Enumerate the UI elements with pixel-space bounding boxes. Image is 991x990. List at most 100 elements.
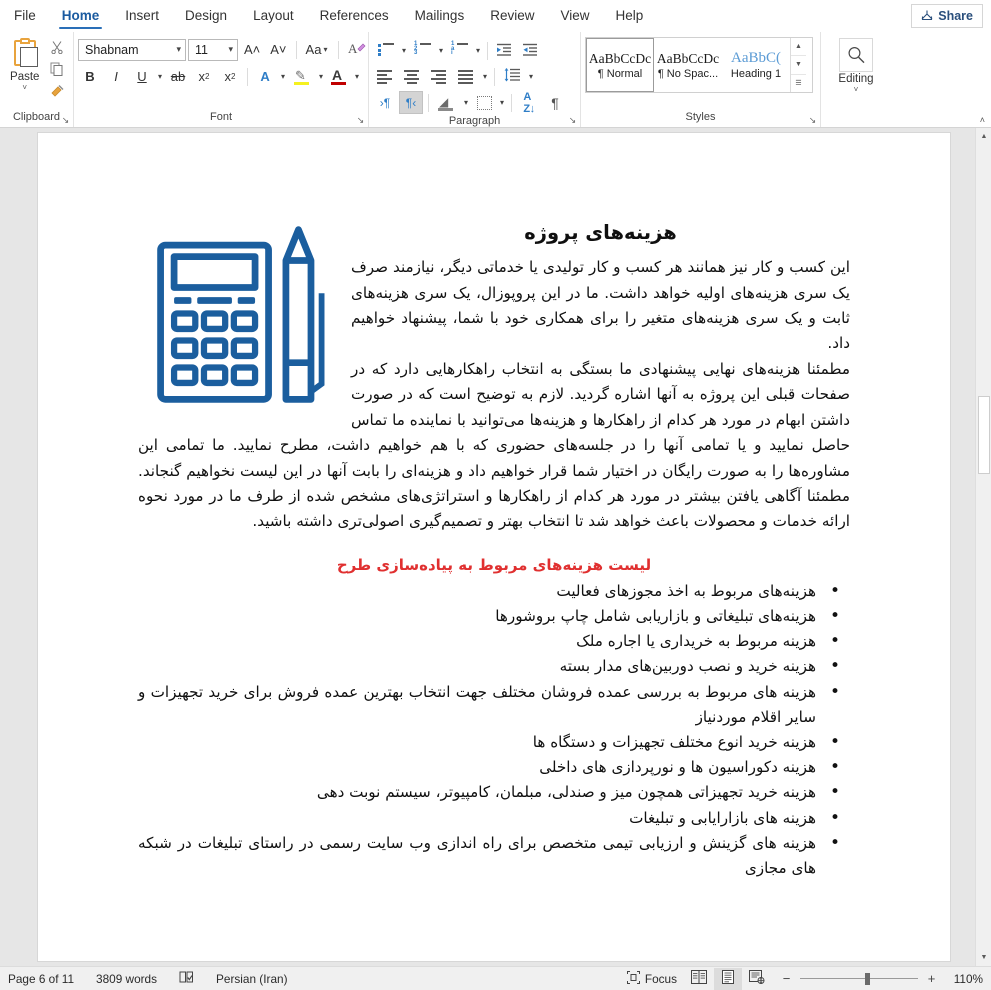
align-right-button[interactable]	[427, 65, 452, 88]
bold-button[interactable]: B	[78, 65, 102, 88]
font-size-input[interactable]: 11 ▾	[188, 38, 238, 61]
web-layout-button[interactable]	[742, 968, 772, 990]
borders-icon	[476, 95, 492, 110]
proofing-errors-status[interactable]	[179, 971, 194, 987]
font-size-caret[interactable]: ▾	[228, 44, 233, 55]
editing-caret[interactable]: ˅	[854, 86, 859, 94]
highlight-caret[interactable]: ▾	[317, 72, 325, 81]
clear-formatting-button[interactable]: A	[344, 38, 370, 61]
zoom-in-button[interactable]: +	[925, 971, 938, 986]
page-number-status[interactable]: Page 6 of 11	[8, 972, 74, 986]
vertical-scrollbar[interactable]: ▲ ▼	[975, 128, 991, 966]
format-painter-icon[interactable]	[47, 81, 67, 100]
collapse-ribbon-button[interactable]: ˄	[980, 115, 985, 125]
tab-review[interactable]: Review	[477, 0, 547, 32]
rtl-text-direction-button[interactable]: ¶‹	[399, 91, 423, 114]
show-formatting-marks-button[interactable]: ¶	[543, 91, 567, 114]
highlight-button[interactable]: ✎	[289, 65, 315, 88]
focus-mode-icon	[626, 970, 640, 987]
tab-view[interactable]: View	[547, 0, 602, 32]
shrink-font-button[interactable]: A˅	[266, 38, 290, 61]
read-mode-button[interactable]	[684, 968, 714, 990]
styles-dialog-launcher[interactable]: ↘	[807, 115, 818, 126]
bullet-list-caret[interactable]: ▾	[400, 46, 408, 55]
share-label: Share	[938, 9, 973, 23]
shading-button[interactable]: ◢	[434, 91, 460, 114]
zoom-level-label[interactable]: 110%	[945, 972, 983, 986]
word-count-status[interactable]: 3809 words	[96, 972, 157, 986]
bullet-list-button[interactable]	[373, 39, 398, 62]
numbered-list-button[interactable]: 123	[410, 39, 435, 62]
print-layout-button[interactable]	[714, 967, 742, 990]
zoom-out-button[interactable]: −	[780, 971, 793, 986]
tab-help[interactable]: Help	[603, 0, 657, 32]
font-color-button[interactable]: A	[327, 65, 351, 88]
paragraph-dialog-launcher[interactable]: ↘	[567, 115, 578, 126]
multilevel-list-caret[interactable]: ▾	[474, 46, 482, 55]
text-effects-caret[interactable]: ▾	[279, 72, 287, 81]
font-name-input[interactable]: Shabnam ▾	[78, 38, 186, 61]
justify-caret[interactable]: ▾	[481, 72, 489, 81]
tab-insert[interactable]: Insert	[112, 0, 172, 32]
zoom-slider[interactable]	[800, 972, 918, 986]
text-effects-button[interactable]: A	[253, 65, 277, 88]
style-heading-1[interactable]: AaBbC( Heading 1	[722, 38, 790, 92]
subscript-button[interactable]: x2	[192, 65, 216, 88]
sort-button[interactable]: A Z↓	[517, 91, 541, 115]
borders-button[interactable]	[472, 91, 496, 114]
underline-button[interactable]: U	[130, 65, 154, 88]
style-gallery[interactable]: AaBbCcDc ¶ Normal AaBbCcDc ¶ No Spac... …	[585, 37, 813, 93]
scroll-down-button[interactable]: ▼	[976, 949, 991, 966]
strikethrough-button[interactable]: ab	[166, 65, 190, 88]
underline-caret[interactable]: ▾	[156, 72, 164, 81]
language-status[interactable]: Persian (Iran)	[216, 972, 287, 986]
document-page[interactable]: هزینه‌های پروژه این کسب و کار نیز همانند…	[38, 133, 950, 961]
editing-button[interactable]: Editing ˅	[825, 34, 887, 94]
style-gallery-scrollbar[interactable]: ▲ ▼ ☰	[790, 38, 806, 92]
tab-file[interactable]: File	[0, 0, 49, 32]
line-spacing-button[interactable]	[500, 65, 525, 88]
font-color-caret[interactable]: ▾	[353, 72, 361, 81]
style-gallery-more-button[interactable]: ☰	[791, 75, 806, 92]
tab-mailings[interactable]: Mailings	[402, 0, 478, 32]
align-left-button[interactable]	[373, 65, 398, 88]
paste-button[interactable]: Paste ˅	[4, 34, 46, 92]
tab-home[interactable]: Home	[49, 0, 113, 32]
italic-button[interactable]: I	[104, 65, 128, 88]
ltr-text-direction-button[interactable]: ›¶	[373, 91, 397, 114]
numbered-list-caret[interactable]: ▾	[437, 46, 445, 55]
shading-caret[interactable]: ▾	[462, 98, 470, 107]
borders-caret[interactable]: ▾	[498, 98, 506, 107]
increase-indent-button[interactable]	[519, 39, 543, 62]
ribbon-group-paragraph: ▾ 123 ▾ 1ai ▾ ▾ ▾ ›¶ ¶‹ ◢ ▾ ▾ A Z↓ ¶ Par…	[369, 32, 581, 127]
document-content[interactable]: هزینه‌های پروژه این کسب و کار نیز همانند…	[138, 218, 850, 881]
line-spacing-caret[interactable]: ▾	[527, 72, 535, 81]
copy-icon[interactable]	[47, 59, 67, 78]
style-gallery-up-button[interactable]: ▲	[791, 38, 806, 57]
zoom-slider-handle[interactable]	[865, 972, 870, 985]
scroll-up-button[interactable]: ▲	[976, 128, 991, 145]
tab-references[interactable]: References	[307, 0, 402, 32]
change-case-button[interactable]: Aa ▾	[302, 38, 334, 61]
cut-icon[interactable]	[47, 37, 67, 56]
font-dialog-launcher[interactable]: ↘	[355, 115, 366, 126]
style-no-spacing[interactable]: AaBbCcDc ¶ No Spac...	[654, 38, 722, 92]
tab-insert-label: Insert	[125, 8, 160, 23]
grow-font-button[interactable]: A˄	[240, 38, 264, 61]
justify-button[interactable]	[454, 65, 479, 88]
change-case-caret[interactable]: ▾	[321, 45, 329, 54]
decrease-indent-button[interactable]	[493, 39, 517, 62]
style-normal[interactable]: AaBbCcDc ¶ Normal	[586, 38, 654, 92]
tab-layout[interactable]: Layout	[240, 0, 307, 32]
share-button[interactable]: Share	[911, 4, 983, 28]
tab-design[interactable]: Design	[172, 0, 240, 32]
scrollbar-thumb[interactable]	[978, 396, 990, 474]
superscript-button[interactable]: x2	[218, 65, 242, 88]
focus-mode-button[interactable]: Focus	[620, 968, 684, 990]
style-gallery-down-button[interactable]: ▼	[791, 56, 806, 75]
align-center-button[interactable]	[400, 65, 425, 88]
multilevel-list-button[interactable]: 1ai	[447, 39, 472, 62]
paste-dropdown-caret[interactable]: ˅	[22, 84, 27, 92]
font-name-caret[interactable]: ▾	[176, 44, 181, 55]
clipboard-dialog-launcher[interactable]: ↘	[60, 115, 71, 126]
